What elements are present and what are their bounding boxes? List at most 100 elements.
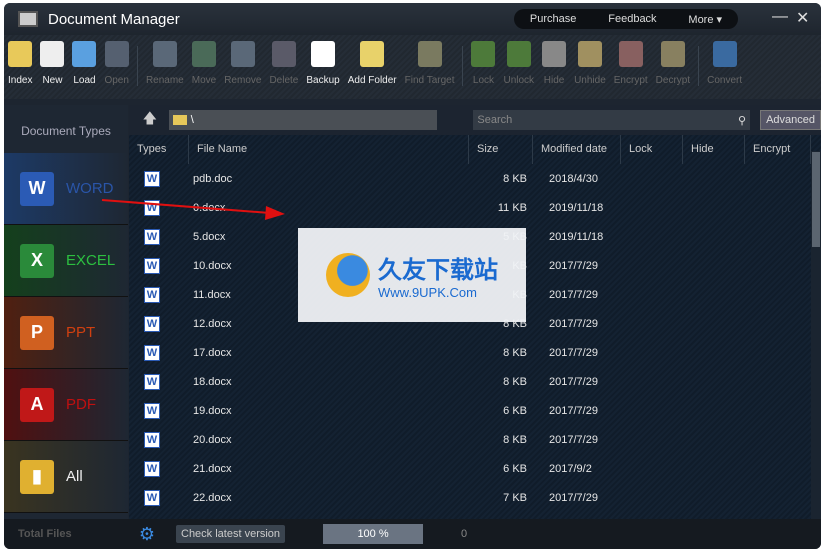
title-menu: Purchase Feedback More ▾ xyxy=(514,9,738,29)
sidebar-item-excel[interactable]: X EXCEL xyxy=(4,225,128,297)
word-icon: W xyxy=(20,171,54,206)
file-name: 20.docx xyxy=(193,433,232,446)
file-name: 17.docx xyxy=(193,346,232,359)
convert-button[interactable]: Convert xyxy=(703,41,746,86)
file-row[interactable]: Wpdb.doc 8 KB 2018/4/30 xyxy=(129,164,821,193)
sidebar-item-label: PPT xyxy=(66,324,96,341)
hide-button[interactable]: Hide xyxy=(538,41,570,86)
new-label: New xyxy=(42,75,63,86)
backup-icon xyxy=(311,41,336,67)
file-name: 18.docx xyxy=(193,375,232,388)
close-button[interactable]: ✕ xyxy=(796,8,809,28)
find-target-button[interactable]: Find Target xyxy=(401,41,459,86)
sidebar: Document Types W WORD X EXCEL P PPT A PDF ▮ All xyxy=(4,105,128,519)
title-bar: Document Manager Purchase Feedback More … xyxy=(4,3,821,35)
unlock-button[interactable]: Unlock xyxy=(499,41,538,86)
file-date: 2017/9/2 xyxy=(549,462,592,475)
minimize-button[interactable]: — xyxy=(772,8,788,26)
app-logo-icon xyxy=(18,11,38,27)
gear-icon[interactable]: ⚙ xyxy=(122,524,172,545)
index-button[interactable]: Index xyxy=(4,41,36,86)
file-date: 2017/7/29 xyxy=(549,404,598,417)
delete-button[interactable]: Delete xyxy=(265,41,302,86)
search-icon[interactable]: ⚲ xyxy=(738,114,746,127)
file-date: 2017/7/29 xyxy=(549,317,598,330)
column-types[interactable]: Types xyxy=(129,135,189,164)
file-row[interactable]: W 22.docx 7 KB 2017/7/29 xyxy=(129,483,821,512)
find-target-label: Find Target xyxy=(404,75,455,86)
rename-button[interactable]: Rename xyxy=(142,41,188,86)
advanced-button[interactable]: Advanced xyxy=(760,110,821,130)
column-lock[interactable]: Lock xyxy=(621,135,683,164)
column-encrypt[interactable]: Encrypt xyxy=(745,135,811,164)
search-input[interactable]: Search ⚲ xyxy=(473,110,751,130)
file-date: 2019/11/18 xyxy=(549,230,604,243)
scrollbar-thumb[interactable] xyxy=(812,152,820,247)
scrollbar[interactable] xyxy=(811,151,821,519)
path-input[interactable]: \ xyxy=(168,110,438,130)
file-date: 2019/11/18 xyxy=(549,201,604,214)
purchase-button[interactable]: Purchase xyxy=(530,13,576,25)
add-folder-button[interactable]: Add Folder xyxy=(344,41,401,86)
toolbar: Index New Load Open Rename Move Remove Delete Ba… xyxy=(4,35,821,99)
file-size: 8 KB xyxy=(503,346,527,359)
delete-label: Delete xyxy=(269,75,299,86)
column-file-name[interactable]: File Name xyxy=(189,135,469,164)
sidebar-item-ppt[interactable]: P PPT xyxy=(4,297,128,369)
file-row[interactable]: W 21.docx 6 KB 2017/9/2 xyxy=(129,454,821,483)
load-icon xyxy=(72,41,97,67)
sidebar-item-all[interactable]: ▮ All xyxy=(4,441,128,513)
lock-button[interactable]: Lock xyxy=(467,41,499,86)
convert-icon xyxy=(712,41,737,67)
column-headers: Types File Name Size Modified date Lock Hide E… xyxy=(129,135,821,164)
remove-icon xyxy=(230,41,255,67)
folder-icon xyxy=(172,115,187,125)
new-icon xyxy=(40,41,65,67)
feedback-button[interactable]: Feedback xyxy=(608,13,656,25)
watermark-text: 久友下载站 xyxy=(378,257,498,284)
word-file-icon: W xyxy=(144,489,160,506)
status-bar: Total Files ⚙ Check latest version 100 %… xyxy=(4,519,821,549)
column-hide[interactable]: Hide xyxy=(683,135,745,164)
load-label: Load xyxy=(73,75,96,86)
delete-icon xyxy=(271,41,296,67)
remove-button[interactable]: Remove xyxy=(220,41,265,86)
unhide-label: Unhide xyxy=(574,75,606,86)
progress-text: 100 % xyxy=(357,528,389,540)
red-arrow-annotation xyxy=(101,199,285,220)
file-row[interactable]: W 18.docx 8 KB 2017/7/29 xyxy=(129,367,821,396)
column-size[interactable]: Size xyxy=(469,135,533,164)
app-title: Document Manager xyxy=(48,10,180,28)
remove-label: Remove xyxy=(224,75,262,86)
move-icon xyxy=(191,41,216,67)
word-file-icon: W xyxy=(144,170,160,187)
progress-bar: 100 % xyxy=(323,524,424,544)
total-files-label: Total Files xyxy=(18,528,72,540)
new-button[interactable]: New xyxy=(36,41,68,86)
file-row[interactable]: W 17.docx 8 KB 2017/7/29 xyxy=(129,338,821,367)
unlock-icon xyxy=(506,41,531,67)
add-folder-label: Add Folder xyxy=(347,75,397,86)
hide-icon xyxy=(542,41,567,67)
word-file-icon: W xyxy=(144,257,160,274)
index-label: Index xyxy=(8,75,33,86)
file-row[interactable]: W 19.docx 6 KB 2017/7/29 xyxy=(129,396,821,425)
file-count: 0 xyxy=(461,528,468,540)
encrypt-button[interactable]: Encrypt xyxy=(610,41,652,86)
unhide-button[interactable]: Unhide xyxy=(570,41,610,86)
backup-button[interactable]: Backup xyxy=(302,41,343,86)
up-arrow-icon[interactable]: 🡅 xyxy=(137,108,163,132)
file-row[interactable]: W 20.docx 8 KB 2017/7/29 xyxy=(129,425,821,454)
more-button[interactable]: More ▾ xyxy=(688,13,722,26)
open-label: Open xyxy=(104,75,129,86)
sidebar-item-pdf[interactable]: A PDF xyxy=(4,369,128,441)
load-button[interactable]: Load xyxy=(68,41,100,86)
column-modified-date[interactable]: Modified date xyxy=(533,135,621,164)
check-version-button[interactable]: Check latest version xyxy=(176,525,286,543)
hide-label: Hide xyxy=(543,75,565,86)
decrypt-button[interactable]: Decrypt xyxy=(652,41,694,86)
unhide-icon xyxy=(577,41,602,67)
add-folder-icon xyxy=(360,41,385,67)
open-button[interactable]: Open xyxy=(100,41,132,86)
move-button[interactable]: Move xyxy=(188,41,220,86)
